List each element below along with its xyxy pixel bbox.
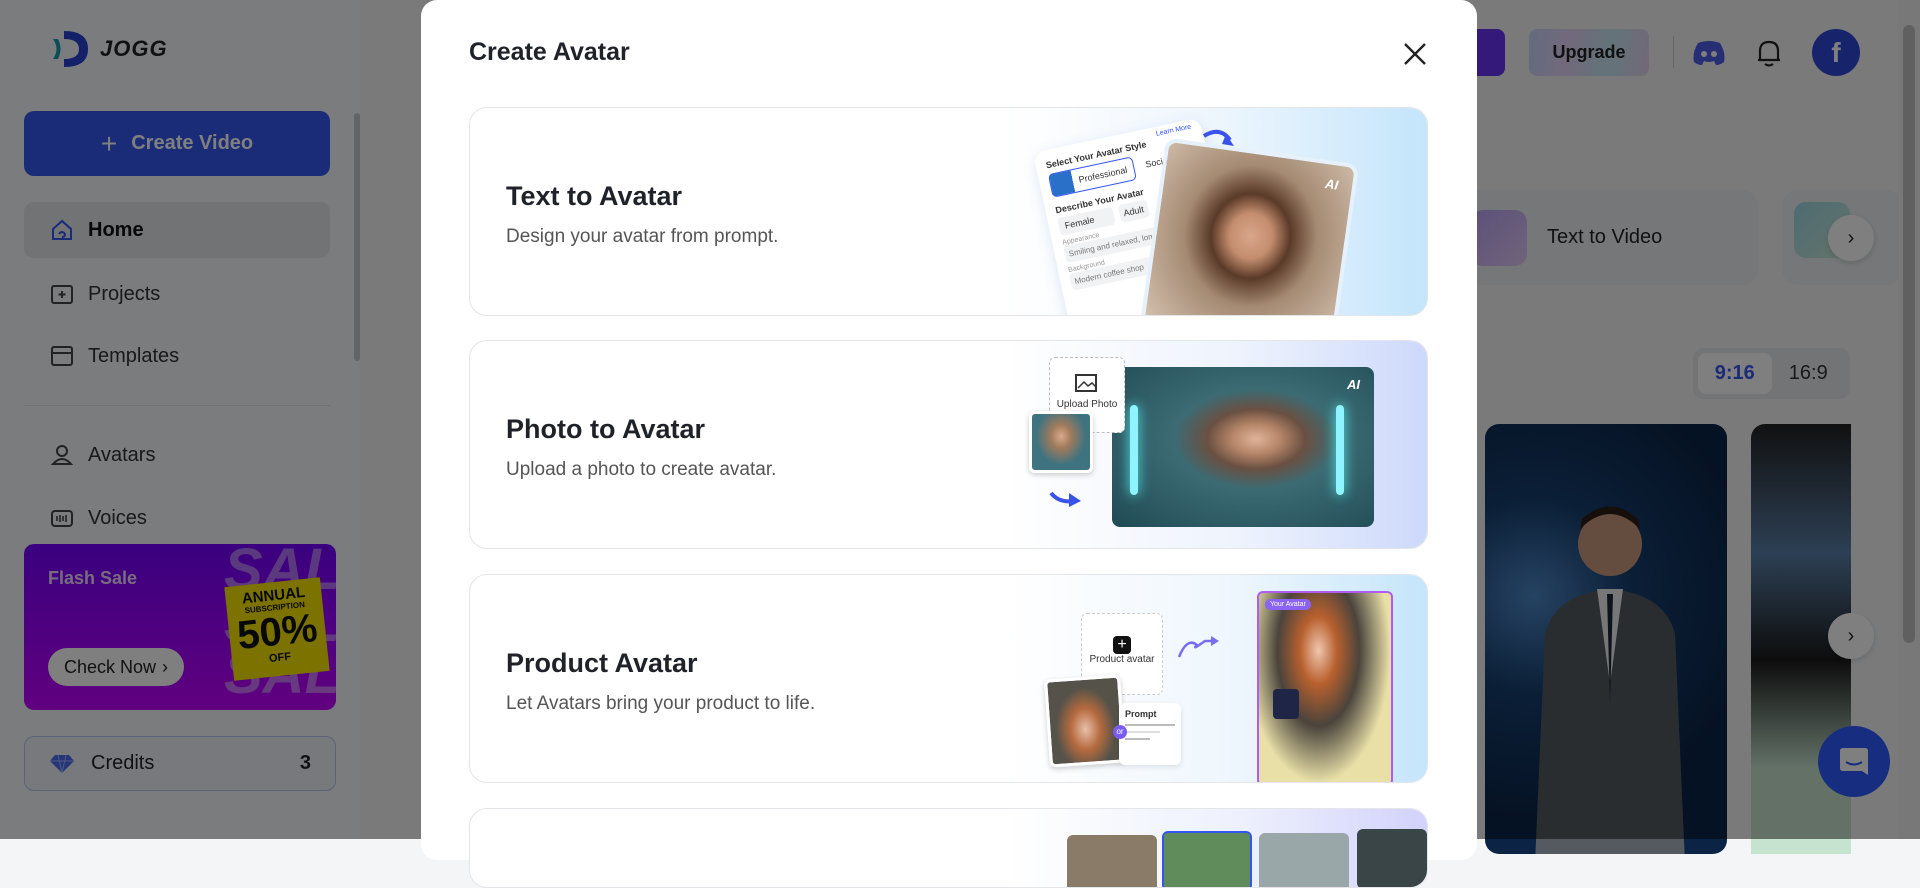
avatar-option-partial[interactable] — [469, 808, 1428, 888]
arrow-icon — [1177, 636, 1219, 658]
product-avatar-option[interactable]: Product Avatar Let Avatars bring your pr… — [469, 574, 1428, 783]
plus-icon: + — [1113, 636, 1131, 654]
text-to-avatar-illustration: Select Your Avatar Style Learn More Prof… — [1007, 108, 1427, 315]
option-subtitle: Let Avatars bring your product to life. — [506, 693, 816, 714]
create-avatar-modal: Create Avatar Text to Avatar Design your… — [421, 0, 1477, 888]
product-avatar-illustration: + Product avatar Prompt or Your Avatar — [1007, 575, 1427, 782]
close-icon[interactable] — [1401, 40, 1429, 68]
option-illustration — [1007, 809, 1427, 887]
text-to-avatar-option[interactable]: Text to Avatar Design your avatar from p… — [469, 107, 1428, 316]
option-subtitle: Design your avatar from prompt. — [506, 226, 779, 247]
modal-title: Create Avatar — [469, 38, 630, 66]
image-upload-icon — [1075, 374, 1097, 392]
product-bottle — [1273, 689, 1299, 719]
option-title: Text to Avatar — [506, 181, 683, 211]
photo-to-avatar-illustration: AI Upload Photo — [1007, 341, 1427, 548]
option-title: Photo to Avatar — [506, 414, 706, 444]
arrow-icon — [1049, 491, 1081, 507]
option-title: Product Avatar — [506, 648, 698, 678]
option-subtitle: Upload a photo to create avatar. — [506, 459, 777, 480]
photo-to-avatar-option[interactable]: Photo to Avatar Upload a photo to create… — [469, 340, 1428, 549]
